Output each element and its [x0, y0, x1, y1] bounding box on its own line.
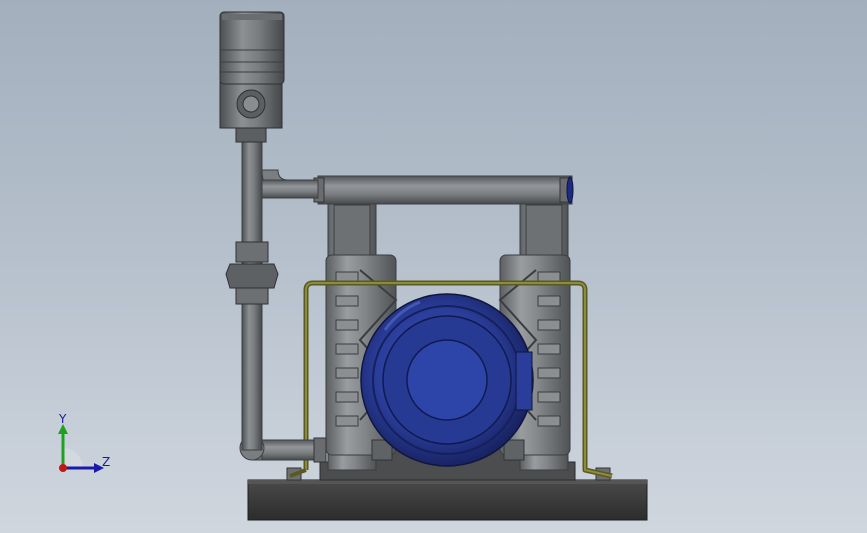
coordinate-triad: Y Z [48, 410, 128, 490]
upper-manifold[interactable] [313, 175, 574, 205]
axis-z-label: Z [102, 455, 111, 469]
valve-body[interactable] [219, 81, 283, 143]
pipe-union[interactable] [225, 241, 279, 305]
graphics-viewport[interactable]: Y Z [0, 0, 867, 533]
base-plate[interactable] [247, 479, 648, 521]
motor-housing[interactable] [360, 293, 534, 467]
pump-assembly-model[interactable] [0, 0, 867, 533]
axis-y-label: Y [59, 412, 67, 426]
top-valve-cylinder[interactable] [219, 11, 285, 85]
